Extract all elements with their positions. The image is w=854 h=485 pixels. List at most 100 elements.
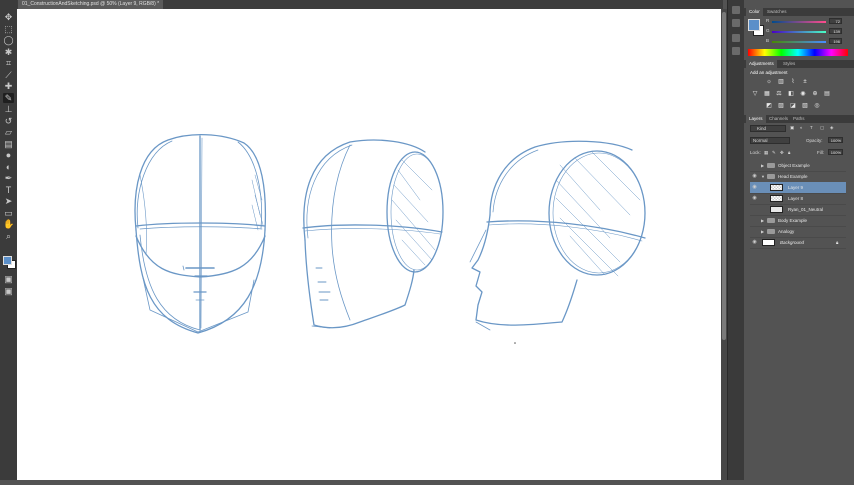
visibility-eye-icon[interactable] [751, 162, 758, 169]
visibility-eye-icon[interactable] [751, 217, 758, 224]
hand-icon[interactable]: ✋ [3, 219, 14, 229]
filter-type-icon[interactable]: T [810, 125, 813, 130]
fill-value[interactable]: 100% [828, 149, 843, 155]
quick-select-icon[interactable]: ✱ [3, 47, 14, 57]
channel-b-value[interactable]: 196 [829, 38, 842, 44]
pen-icon[interactable]: ✒ [3, 173, 14, 183]
filter-pixel-icon[interactable]: ▣ [790, 125, 794, 131]
blend-mode-select[interactable]: Normal [750, 137, 790, 144]
exposure-icon[interactable]: ± [802, 79, 808, 85]
filter-smart-icon[interactable]: ◈ [830, 125, 833, 131]
visibility-eye-icon[interactable]: ◉ [751, 239, 758, 246]
sketch-artwork [134, 134, 646, 344]
history-brush-icon[interactable]: ↺ [3, 116, 14, 126]
channel-g-slider[interactable] [772, 31, 826, 33]
layer-thumbnail [770, 206, 783, 213]
lock-brush-icon[interactable]: ✎ [772, 150, 776, 156]
channel-g-value[interactable]: 139 [829, 28, 842, 34]
visibility-eye-icon[interactable]: ◉ [751, 173, 758, 180]
vertical-scrollbar-thumb[interactable] [722, 12, 726, 340]
brush-panel-icon[interactable] [732, 34, 740, 42]
filter-adjustment-icon[interactable]: ◐ [800, 125, 803, 130]
healing-icon[interactable]: ✚ [3, 81, 14, 91]
gradient-map-icon[interactable]: ▧ [802, 103, 808, 109]
layer-name: Analogy [778, 229, 795, 234]
curves-icon[interactable]: ⌇ [790, 79, 796, 85]
lock-move-icon[interactable]: ✥ [780, 150, 784, 156]
expand-arrow-right-icon[interactable]: ▶ [761, 215, 764, 226]
zoom-icon[interactable]: ⌕ [3, 231, 14, 241]
layer-name: Layer 8 [788, 196, 804, 201]
photo-filter-icon[interactable]: ◉ [800, 91, 806, 97]
tab-swatches[interactable]: Swatches [764, 8, 790, 16]
visibility-eye-icon[interactable]: ◉ [751, 184, 758, 191]
folder-icon [767, 229, 775, 234]
tab-color[interactable]: Color [746, 8, 763, 16]
marquee-icon[interactable]: ⬚ [3, 24, 14, 34]
tab-paths[interactable]: Paths [790, 115, 808, 123]
crop-icon[interactable]: ⌗ [3, 58, 14, 68]
tab-channels[interactable]: Channels [766, 115, 791, 123]
tab-layers[interactable]: Layers [746, 115, 766, 123]
properties-panel-icon[interactable] [732, 19, 740, 27]
color-balance-icon[interactable]: ⚖ [776, 91, 782, 97]
lasso-icon[interactable]: ◯ [3, 35, 14, 45]
layer-filter-kind-select[interactable]: Kind [750, 125, 786, 132]
fill-label: Fill: [817, 150, 824, 155]
opacity-value[interactable]: 100% [828, 137, 843, 143]
dodge-icon[interactable]: ◐ [3, 162, 14, 172]
tab-styles[interactable]: Styles [780, 60, 798, 68]
selective-color-icon[interactable]: ◎ [814, 103, 820, 109]
quick-mask-icon[interactable]: ▣ [3, 274, 14, 284]
layer-name: Layer 9 [788, 185, 804, 190]
visibility-eye-icon[interactable] [751, 206, 758, 213]
layer-row[interactable]: ◉ Background 🔒︎ [750, 237, 846, 249]
type-icon[interactable]: T [3, 185, 14, 195]
shape-icon[interactable]: ▭ [3, 208, 14, 218]
eyedropper-icon[interactable]: ⟋ [3, 70, 14, 80]
lock-all-icon[interactable]: 🔒︎ [788, 150, 790, 155]
posterize-icon[interactable]: ▨ [778, 103, 784, 109]
visibility-eye-icon[interactable]: ◉ [751, 195, 758, 202]
tools-panel: ✥ ⬚ ◯ ✱ ⌗ ⟋ ✚ ✎ ⊥ ↺ ▱ ▤ ● ◐ ✒ T ➤ ▭ ✋ ⌕ ▣ ▣ [0, 0, 18, 480]
color-lookup-icon[interactable]: ▤ [824, 91, 830, 97]
character-panel-icon[interactable] [732, 47, 740, 55]
layer-thumbnail [770, 195, 783, 202]
toolbar-foreground-swatch[interactable] [3, 256, 12, 265]
history-panel-icon[interactable] [732, 6, 740, 14]
vibrance-icon[interactable]: ▽ [752, 91, 758, 97]
stamp-icon[interactable]: ⊥ [3, 104, 14, 114]
expand-arrow-down-icon[interactable]: ▼ [761, 171, 765, 182]
right-panels: Color Swatches R 72 G 139 B 196 Adjustme… [744, 0, 854, 480]
expand-arrow-right-icon[interactable]: ▶ [761, 226, 764, 237]
black-white-icon[interactable]: ◧ [788, 91, 794, 97]
eraser-icon[interactable]: ▱ [3, 127, 14, 137]
channel-mixer-icon[interactable]: ⊕ [812, 91, 818, 97]
visibility-eye-icon[interactable] [751, 228, 758, 235]
tab-adjustments[interactable]: Adjustments [746, 60, 777, 68]
canvas[interactable] [17, 9, 721, 480]
channel-r-value[interactable]: 72 [829, 18, 842, 24]
hue-sat-icon[interactable]: ▦ [764, 91, 770, 97]
levels-icon[interactable]: ▥ [778, 79, 784, 85]
lock-label: Lock: [750, 150, 761, 155]
gradient-icon[interactable]: ▤ [3, 139, 14, 149]
expand-arrow-right-icon[interactable]: ▶ [761, 160, 764, 171]
lock-pixels-icon[interactable]: ▦ [764, 150, 768, 156]
blur-icon[interactable]: ● [3, 150, 14, 160]
kind-label: Kind [757, 126, 767, 131]
screen-mode-icon[interactable]: ▣ [3, 286, 14, 296]
channel-r-slider[interactable] [772, 21, 826, 23]
document-tab[interactable]: 01_ConstructionAndSketching.psd @ 50% (L… [18, 0, 164, 9]
layers-panel-tabs: Layers Channels Paths [744, 115, 854, 123]
path-select-icon[interactable]: ➤ [3, 196, 14, 206]
move-icon[interactable]: ✥ [3, 12, 14, 22]
threshold-icon[interactable]: ◪ [790, 103, 796, 109]
brush-icon[interactable]: ✎ [3, 92, 14, 103]
brightness-icon[interactable]: ☼ [766, 79, 772, 85]
invert-icon[interactable]: ◩ [766, 103, 772, 109]
channel-b-slider[interactable] [772, 41, 826, 43]
color-spectrum-bar[interactable] [748, 49, 848, 56]
filter-shape-icon[interactable]: ▢ [820, 125, 824, 131]
layer-name: Body Example [778, 218, 808, 223]
